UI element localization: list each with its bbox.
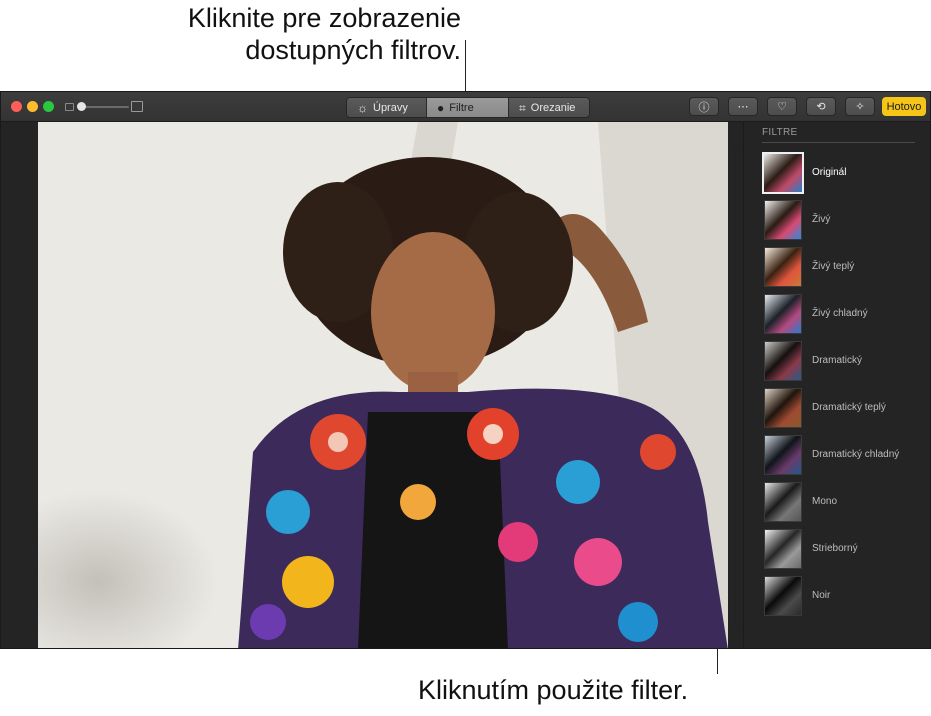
filter-thumbnail — [764, 294, 802, 334]
filters-title: FILTRE — [762, 127, 798, 138]
filter-label: Noir — [812, 590, 831, 601]
filter-label: Originál — [812, 167, 847, 178]
filter-thumbnail — [764, 482, 802, 522]
zoom-slider-knob[interactable] — [77, 102, 86, 111]
tab-filters-label: Filtre — [449, 101, 474, 114]
filters-sidebar: FILTRE Originál Živý Živý teplý Živý chl… — [743, 122, 930, 648]
main-photo — [38, 122, 728, 648]
edit-mode-tabs: ☼ Úpravy ● Filtre ⌗ Orezanie — [346, 97, 590, 118]
filter-thumbnail — [764, 341, 802, 381]
ellipsis-icon: ⋯ — [737, 101, 749, 113]
favorite-button[interactable]: ♡ — [767, 97, 797, 116]
filter-thumbnail — [762, 152, 804, 194]
toolbar: ☼ Úpravy ● Filtre ⌗ Orezanie ⓘ ⋯ ♡ ⟲ ✧ H… — [1, 92, 930, 122]
callout-line-1: Kliknite pre zobrazenie — [187, 3, 461, 33]
callout-apply-filter: Kliknutím použite filter. — [418, 675, 689, 705]
tab-adjust[interactable]: ☼ Úpravy — [347, 98, 427, 117]
filter-thumbnail — [764, 388, 802, 428]
more-button[interactable]: ⋯ — [728, 97, 758, 116]
callout-leader-top — [465, 40, 466, 96]
filters-circles-icon: ● — [437, 100, 445, 115]
filter-vivid-warm[interactable]: Živý teplý — [762, 247, 922, 291]
zoom-window-button[interactable] — [43, 101, 54, 112]
filter-thumbnail — [764, 529, 802, 569]
zoom-slider[interactable] — [65, 100, 143, 114]
heart-icon: ♡ — [777, 101, 787, 113]
filter-noir[interactable]: Noir — [762, 576, 922, 620]
info-icon: ⓘ — [698, 101, 710, 114]
tab-crop[interactable]: ⌗ Orezanie — [509, 98, 589, 117]
crop-icon: ⌗ — [519, 100, 526, 115]
filter-label: Živý chladný — [812, 308, 868, 319]
magic-wand-icon: ✧ — [855, 101, 865, 113]
tab-adjust-label: Úpravy — [373, 101, 408, 114]
minimize-window-button[interactable] — [27, 101, 38, 112]
auto-enhance-button[interactable]: ✧ — [845, 97, 875, 116]
filter-silvertone[interactable]: Strieborný — [762, 529, 922, 573]
filter-list-bracket-top — [735, 146, 747, 147]
callout-line-2: dostupných filtrov. — [245, 35, 461, 65]
filters-divider — [762, 142, 915, 143]
filter-thumbnail — [764, 576, 802, 616]
photos-window: ☼ Úpravy ● Filtre ⌗ Orezanie ⓘ ⋯ ♡ ⟲ ✧ H… — [0, 91, 931, 649]
filter-original[interactable]: Originál — [762, 152, 922, 197]
tab-crop-label: Orezanie — [530, 101, 576, 114]
large-photo-icon — [131, 101, 143, 112]
done-button[interactable]: Hotovo — [882, 97, 926, 116]
rotate-button[interactable]: ⟲ — [806, 97, 836, 116]
filter-list-bracket-bottom — [735, 625, 747, 626]
filter-label: Živý teplý — [812, 261, 855, 272]
filter-label: Strieborný — [812, 543, 858, 554]
filter-mono[interactable]: Mono — [762, 482, 922, 526]
filter-thumbnail — [764, 200, 802, 240]
filter-label: Mono — [812, 496, 838, 507]
photo-viewer — [1, 122, 743, 648]
filter-dramatic[interactable]: Dramatický — [762, 341, 922, 385]
close-window-button[interactable] — [11, 101, 22, 112]
filter-label: Živý — [812, 214, 831, 225]
filter-label: Dramatický — [812, 355, 863, 366]
filter-dramatic-cool[interactable]: Dramatický chladný — [762, 435, 922, 479]
filter-thumbnail — [764, 247, 802, 287]
filter-thumbnail — [764, 435, 802, 475]
portrait-photo-illustration — [38, 122, 728, 648]
adjust-sun-icon: ☼ — [357, 100, 368, 115]
filter-label: Dramatický chladný — [812, 449, 900, 460]
filter-vivid-cool[interactable]: Živý chladný — [762, 294, 922, 338]
info-button[interactable]: ⓘ — [689, 97, 719, 116]
filter-vivid[interactable]: Živý — [762, 200, 922, 244]
tab-filters[interactable]: ● Filtre — [427, 98, 509, 117]
filter-label: Dramatický teplý — [812, 402, 886, 413]
small-photo-icon — [65, 103, 74, 111]
rotate-icon: ⟲ — [816, 101, 826, 113]
filter-list-bracket — [735, 146, 736, 626]
callout-filters-tab: Kliknite pre zobrazenie dostupných filtr… — [101, 2, 461, 66]
filter-dramatic-warm[interactable]: Dramatický teplý — [762, 388, 922, 432]
